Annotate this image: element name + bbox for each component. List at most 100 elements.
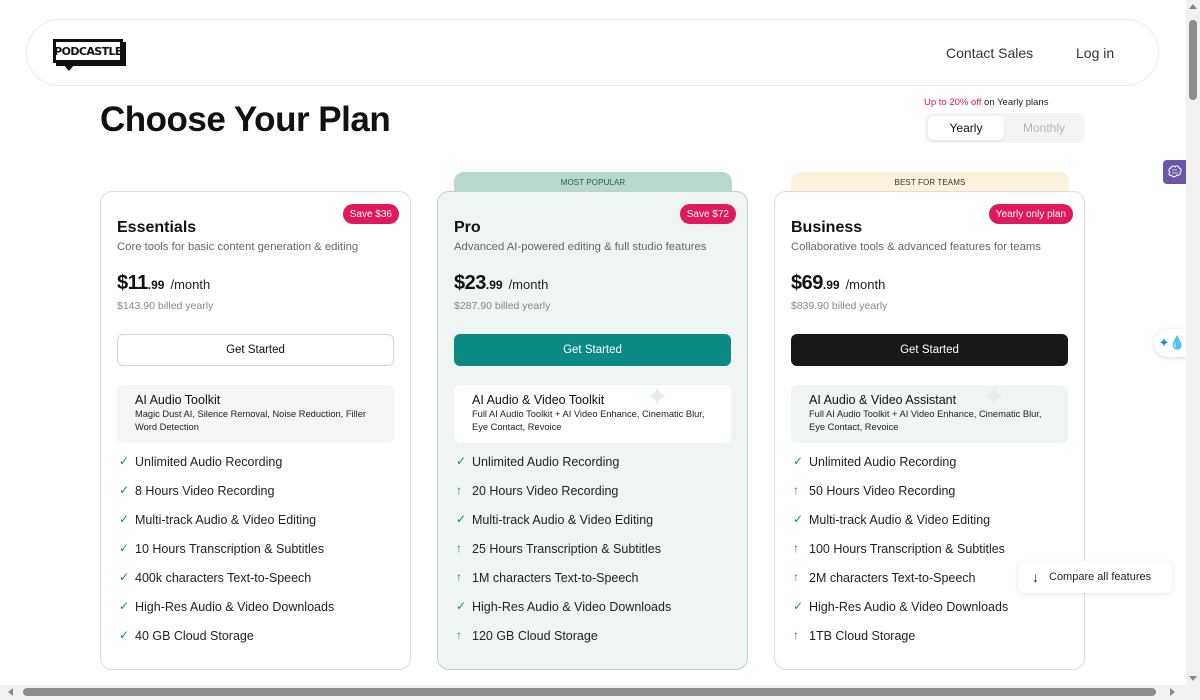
feature-text: High-Res Audio & Video Downloads bbox=[472, 600, 672, 614]
feature-text: 25 Hours Transcription & Subtitles bbox=[472, 542, 661, 556]
horizontal-scroll-thumb[interactable] bbox=[23, 688, 1156, 696]
feature-text: Unlimited Audio Recording bbox=[809, 455, 957, 469]
check-icon: ✓ bbox=[119, 483, 130, 497]
feature-item: ✓ 8 Hours Video Recording bbox=[119, 483, 334, 512]
feature-text: Multi-track Audio & Video Editing bbox=[472, 513, 654, 527]
toolkit-box: AI Audio Toolkit Magic Dust AI, Silence … bbox=[117, 385, 394, 443]
toolkit-title: AI Audio Toolkit bbox=[135, 393, 221, 407]
feature-text: 10 Hours Transcription & Subtitles bbox=[135, 542, 324, 556]
yearly-only-badge: Yearly only plan bbox=[988, 204, 1073, 224]
feature-text: Unlimited Audio Recording bbox=[472, 455, 620, 469]
check-icon: ✓ bbox=[793, 454, 804, 468]
feature-list: ✓ Unlimited Audio Recording ✓ 8 Hours Video… bbox=[119, 454, 334, 657]
podcastle-logo[interactable]: PODCASTLE bbox=[53, 39, 123, 73]
toggle-monthly[interactable]: Monthly bbox=[1006, 116, 1082, 140]
brain-icon[interactable] bbox=[1163, 160, 1187, 184]
promo-rest: on Yearly plans bbox=[981, 97, 1049, 108]
feature-text: 400k characters Text-to-Speech bbox=[135, 571, 312, 585]
sparkle-icon: ✦ bbox=[645, 385, 669, 412]
feature-item: ↑ 1TB Cloud Storage bbox=[793, 628, 1008, 657]
contact-sales-link[interactable]: Contact Sales bbox=[946, 45, 1033, 61]
price: $11 .99 /month bbox=[117, 272, 210, 295]
price: $23 .99 /month bbox=[454, 272, 548, 295]
feature-item: ↑ 120 GB Cloud Storage bbox=[456, 628, 671, 657]
scroll-right-arrow-icon[interactable] bbox=[1170, 688, 1175, 696]
feature-item: ✓ Multi-track Audio & Video Editing bbox=[456, 512, 671, 541]
get-started-button[interactable]: Get Started bbox=[454, 334, 731, 366]
logo-frame: PODCASTLE bbox=[53, 39, 123, 63]
feature-text: 2M characters Text-to-Speech bbox=[809, 571, 976, 585]
feature-text: 1M characters Text-to-Speech bbox=[472, 571, 639, 585]
check-icon: ✓ bbox=[119, 570, 130, 584]
feature-item: ✓ Unlimited Audio Recording bbox=[793, 454, 1008, 483]
billing-period-toggle: Yearly Monthly bbox=[925, 113, 1085, 143]
arrow-up-icon: ↑ bbox=[456, 541, 462, 555]
arrow-down-icon: ↓ bbox=[1032, 569, 1039, 585]
plan-name: Business bbox=[791, 219, 863, 236]
price: $69 .99 /month bbox=[791, 272, 885, 295]
scroll-down-arrow-icon[interactable] bbox=[1189, 676, 1197, 681]
billed-yearly: $143.90 billed yearly bbox=[117, 300, 214, 312]
arrow-up-icon: ↑ bbox=[793, 541, 799, 555]
toolkit-description: Full AI Audio Toolkit + AI Video Enhance… bbox=[809, 409, 1042, 432]
feature-item: ✓ High-Res Audio & Video Downloads bbox=[793, 599, 1008, 628]
price-dollars: $11 bbox=[117, 272, 148, 294]
billed-yearly: $839.90 billed yearly bbox=[791, 300, 888, 312]
page-title: Choose Your Plan bbox=[100, 100, 391, 139]
toggle-yearly[interactable]: Yearly bbox=[928, 116, 1004, 140]
feature-text: 120 GB Cloud Storage bbox=[472, 629, 598, 643]
feature-item: ↑ 20 Hours Video Recording bbox=[456, 483, 671, 512]
plan-description: Core tools for basic content generation … bbox=[117, 241, 359, 253]
toolkit-box: ✦ AI Audio & Video Toolkit Full AI Audio… bbox=[454, 385, 731, 443]
feature-list: ✓ Unlimited Audio Recording ↑ 20 Hours Vide… bbox=[456, 454, 671, 657]
vertical-scroll-thumb[interactable] bbox=[1189, 20, 1197, 100]
feature-item: ✓ Multi-track Audio & Video Editing bbox=[119, 512, 334, 541]
check-icon: ✓ bbox=[119, 512, 130, 526]
plan-card-pro: Save $72 Pro Advanced AI-powered editing… bbox=[437, 191, 748, 670]
arrow-up-icon: ↑ bbox=[793, 570, 799, 584]
login-link[interactable]: Log in bbox=[1076, 45, 1114, 61]
save-badge: Save $72 bbox=[679, 204, 736, 224]
feature-text: 100 Hours Transcription & Subtitles bbox=[809, 542, 1005, 556]
vertical-scrollbar[interactable] bbox=[1186, 0, 1200, 685]
feature-text: High-Res Audio & Video Downloads bbox=[135, 600, 335, 614]
promo-highlight: Up to 20% off bbox=[924, 97, 982, 108]
feature-item: ✓ High-Res Audio & Video Downloads bbox=[119, 599, 334, 628]
price-period: /month bbox=[508, 277, 549, 292]
toolkit-title: AI Audio & Video Assistant bbox=[809, 393, 957, 407]
get-started-button[interactable]: Get Started bbox=[791, 334, 1068, 366]
feature-text: 1TB Cloud Storage bbox=[809, 629, 916, 643]
plan-card-business: Yearly only plan Business Collaborative … bbox=[774, 191, 1085, 670]
check-icon: ✓ bbox=[119, 454, 130, 468]
compare-all-features-button[interactable]: ↓ Compare all features bbox=[1018, 561, 1172, 593]
arrow-up-icon: ↑ bbox=[793, 483, 799, 497]
yearly-promo-text: Up to 20% off on Yearly plans bbox=[924, 97, 1048, 108]
arrow-up-icon: ↑ bbox=[456, 628, 462, 642]
scroll-up-arrow-icon[interactable] bbox=[1189, 4, 1197, 9]
check-icon: ✓ bbox=[119, 628, 130, 642]
plan-card-essentials: Save $36 Essentials Core tools for basic… bbox=[100, 191, 411, 670]
price-dollars: $23 bbox=[454, 272, 486, 294]
feature-item: ✓ Unlimited Audio Recording bbox=[456, 454, 671, 483]
feature-item: ✓ 400k characters Text-to-Speech bbox=[119, 570, 334, 599]
horizontal-scrollbar[interactable] bbox=[0, 685, 1200, 700]
water-drop-sparkle-icon[interactable]: ✦💧 bbox=[1154, 329, 1190, 357]
scroll-left-arrow-icon[interactable] bbox=[8, 688, 13, 696]
feature-text: Multi-track Audio & Video Editing bbox=[135, 513, 317, 527]
feature-text: Multi-track Audio & Video Editing bbox=[809, 513, 991, 527]
get-started-button[interactable]: Get Started bbox=[117, 334, 394, 366]
price-cents: .99 bbox=[485, 278, 503, 292]
toolkit-box: ✦ AI Audio & Video Assistant Full AI Aud… bbox=[791, 385, 1068, 443]
plan-name: Essentials bbox=[117, 219, 197, 236]
drop-glyph: ✦💧 bbox=[1158, 335, 1186, 350]
feature-text: 20 Hours Video Recording bbox=[472, 484, 619, 498]
check-icon: ✓ bbox=[119, 599, 130, 613]
billed-yearly: $287.90 billed yearly bbox=[454, 300, 551, 312]
feature-item: ✓ Multi-track Audio & Video Editing bbox=[793, 512, 1008, 541]
toolkit-description: Full AI Audio Toolkit + AI Video Enhance… bbox=[472, 409, 705, 432]
feature-text: Unlimited Audio Recording bbox=[135, 455, 283, 469]
feature-text: 8 Hours Video Recording bbox=[135, 484, 275, 498]
feature-text: 40 GB Cloud Storage bbox=[135, 629, 254, 643]
sparkle-icon: ✦ bbox=[982, 385, 1006, 412]
logo-speech-tail bbox=[63, 64, 75, 71]
